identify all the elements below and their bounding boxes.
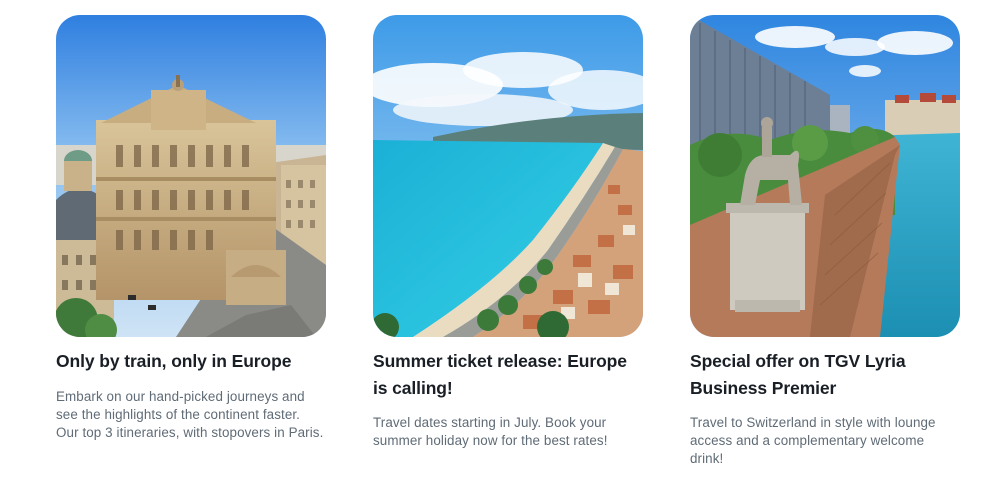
offer-card[interactable]: Summer ticket release: Europe is calling… <box>373 15 643 450</box>
card-title[interactable]: Summer ticket release: Europe is calling… <box>373 348 643 402</box>
geneva-lake-photo <box>690 15 960 337</box>
card-image-geneva-lake[interactable] <box>690 15 960 337</box>
card-title[interactable]: Special offer on TGV Lyria Business Prem… <box>690 348 960 402</box>
nice-coast-photo <box>373 15 643 337</box>
card-description: Travel dates starting in July. Book your… <box>373 415 608 448</box>
paris-opera-photo <box>56 15 326 337</box>
card-image-nice-coast[interactable] <box>373 15 643 337</box>
offer-cards: Only by train, only in Europe Embark on … <box>0 0 986 483</box>
card-title[interactable]: Only by train, only in Europe <box>56 348 326 375</box>
card-description: Embark on our hand-picked journeys and s… <box>56 389 324 440</box>
offer-card[interactable]: Only by train, only in Europe Embark on … <box>56 15 326 442</box>
offer-card[interactable]: Special offer on TGV Lyria Business Prem… <box>690 15 960 468</box>
card-image-paris-opera[interactable] <box>56 15 326 337</box>
card-description: Travel to Switzerland in style with loun… <box>690 415 936 466</box>
